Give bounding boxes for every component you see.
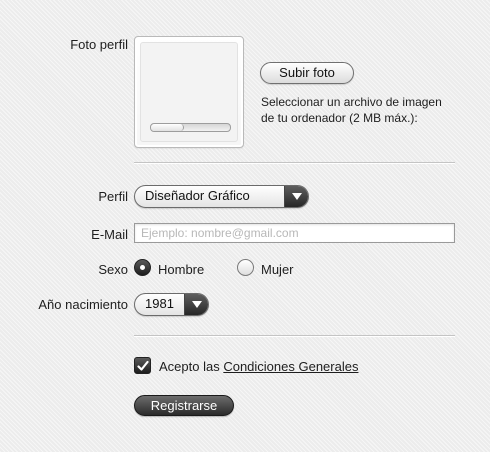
radio-mujer-label[interactable]: Mujer [261, 262, 294, 277]
terms-text: Acepto las Condiciones Generales [159, 359, 358, 374]
check-icon [137, 360, 149, 371]
birth-year-label: Año nacimiento [38, 297, 128, 312]
profile-label: Perfil [98, 189, 128, 204]
birth-year-select[interactable]: 1981 [134, 293, 209, 316]
profile-select-value: Diseñador Gráfico [145, 188, 250, 203]
photo-label: Foto perfil [70, 37, 128, 52]
profile-select[interactable]: Diseñador Gráfico [134, 185, 309, 208]
terms-link[interactable]: Condiciones Generales [223, 359, 358, 374]
radio-mujer[interactable] [237, 259, 254, 276]
upload-progress-fill [151, 124, 184, 131]
terms-prefix: Acepto las [159, 359, 220, 374]
birth-year-value: 1981 [145, 296, 174, 311]
upload-photo-button[interactable]: Subir foto [260, 62, 354, 84]
radio-hombre-label[interactable]: Hombre [158, 262, 204, 277]
terms-checkbox[interactable] [134, 357, 151, 374]
upload-hint: Seleccionar un archivo de imagen de tu o… [261, 94, 442, 126]
radio-selected-dot [140, 265, 145, 270]
upload-hint-line-2: de tu ordenador (2 MB máx.): [261, 111, 418, 125]
email-field[interactable] [134, 223, 455, 243]
chevron-down-icon [284, 186, 308, 207]
upload-hint-line-1: Seleccionar un archivo de imagen [261, 95, 442, 109]
radio-hombre[interactable] [134, 259, 151, 276]
photo-preview [134, 36, 244, 148]
chevron-down-icon [184, 294, 208, 315]
divider-top [134, 162, 455, 164]
email-label: E-Mail [91, 227, 128, 242]
sex-label: Sexo [98, 262, 128, 277]
register-button[interactable]: Registrarse [134, 395, 234, 416]
divider-bottom [134, 335, 455, 337]
upload-progress-bar [150, 123, 231, 132]
